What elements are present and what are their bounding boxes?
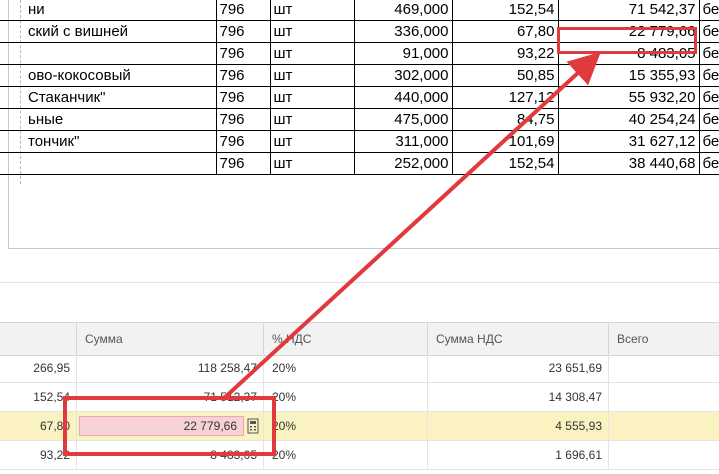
annotation-arrows	[220, 51, 601, 402]
arrow-line	[220, 51, 601, 402]
